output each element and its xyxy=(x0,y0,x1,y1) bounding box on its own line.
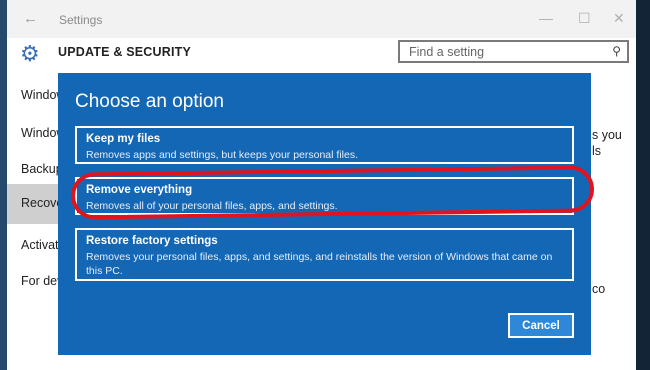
option-title: Keep my files xyxy=(86,133,161,145)
dialog-title: Choose an option xyxy=(75,91,224,112)
option-keep-my-files[interactable]: Keep my files Removes apps and settings,… xyxy=(75,126,574,164)
search-input[interactable] xyxy=(407,44,601,60)
page-header: ⚙ UPDATE & SECURITY ⚲ xyxy=(7,38,636,76)
sidebar-item-label: Backup xyxy=(21,162,63,176)
maximize-icon[interactable]: ☐ xyxy=(578,10,591,27)
choose-option-dialog: Choose an option Keep my files Removes a… xyxy=(58,73,595,355)
section-title: UPDATE & SECURITY xyxy=(58,45,192,59)
option-title: Restore factory settings xyxy=(86,235,218,247)
app-title: Settings xyxy=(59,13,103,27)
red-highlight-circle xyxy=(70,165,595,220)
option-description: Removes apps and settings, but keeps you… xyxy=(86,149,358,161)
gear-icon: ⚙ xyxy=(20,41,40,66)
search-icon[interactable]: ⚲ xyxy=(612,44,621,58)
option-restore-factory-settings[interactable]: Restore factory settings Removes your pe… xyxy=(75,228,574,281)
background-text: s you xyxy=(592,128,622,142)
background-text: ls xyxy=(592,144,602,158)
close-icon[interactable]: ✕ xyxy=(613,10,625,27)
minimize-icon[interactable]: — xyxy=(539,10,553,26)
search-box[interactable]: ⚲ xyxy=(398,40,629,63)
back-arrow-icon[interactable]: ← xyxy=(23,10,38,27)
desktop-edge-right xyxy=(636,0,650,370)
title-bar: ← Settings — ☐ ✕ xyxy=(7,0,636,38)
option-remove-everything[interactable]: Remove everything Removes all of your pe… xyxy=(70,165,595,220)
desktop-edge-left xyxy=(0,0,7,370)
option-description: Removes your personal files, apps, and s… xyxy=(86,251,553,277)
background-text: co xyxy=(592,282,606,296)
cancel-button[interactable]: Cancel xyxy=(508,313,574,338)
